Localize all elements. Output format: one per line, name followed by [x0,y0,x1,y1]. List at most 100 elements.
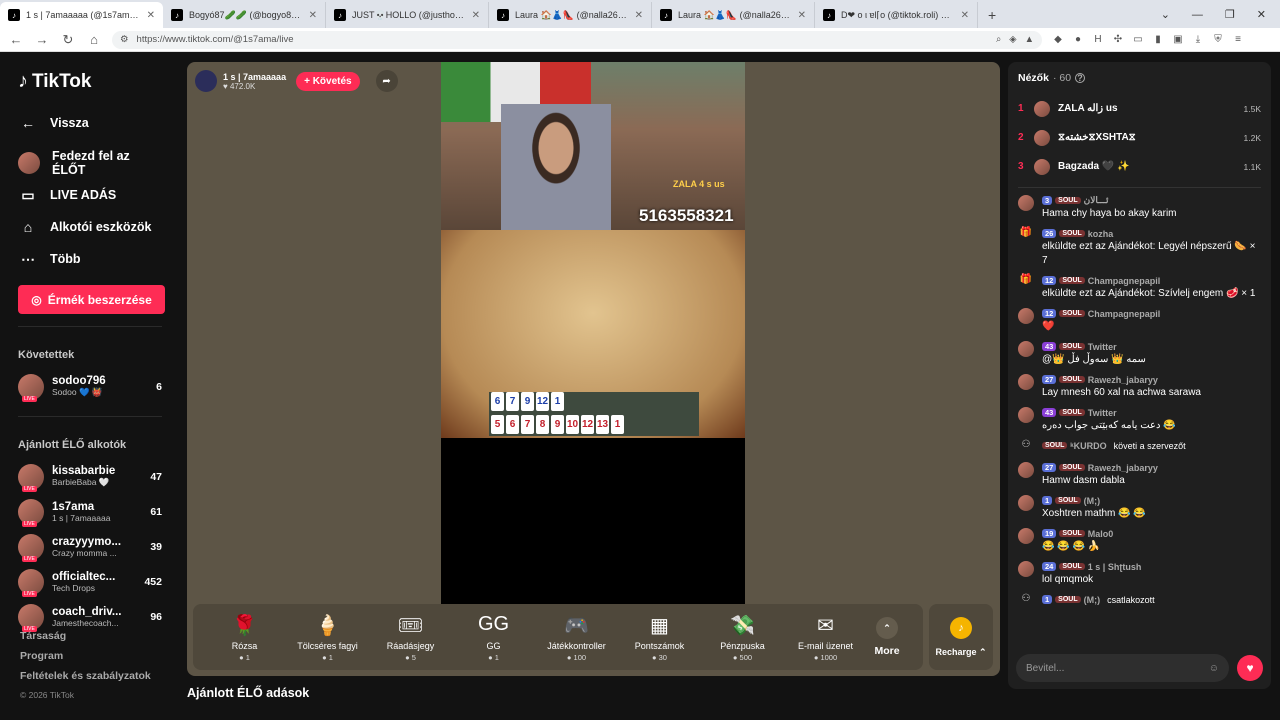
video-stream[interactable]: ZALA 4 s us 5163558321 6 7 9 12 1 5 6 7 8 9 10 12 13… [441,62,745,604]
account-row[interactable]: LIVE crazyyymo... Crazy momma ... 39 [18,529,162,564]
close-window-icon[interactable]: ✕ [1257,2,1266,28]
streamer-name[interactable]: 1 s | 7amaaaaa [223,72,286,82]
ext-hls-icon[interactable]: H [1092,34,1104,46]
username[interactable]: (M;) [1084,595,1101,605]
chat-message[interactable]: ⚇ SOUL ᵏKURDO követi a szervezőt [1018,439,1261,455]
nav-more[interactable]: ⋯ Több [18,243,162,275]
share-icon[interactable]: ➦ [375,70,398,92]
gift-item[interactable]: 🍦 Tölcséres fagyi ● 1 [286,613,369,662]
gift-item[interactable]: 💸 Pénzpuska ● 500 [701,613,784,662]
gift-item[interactable]: 🌹 Rózsa ● 1 [203,613,286,662]
browser-tab[interactable]: ♪ 1 s | 7amaaaaa (@1s7ama) ÉLŐ ✕ [0,2,163,28]
username[interactable]: Twitter [1088,408,1117,418]
footer-link-terms[interactable]: Feltételek és szabályzatok [20,670,151,690]
chat-message[interactable]: 1 SOUL (M;) Xoshtren mathm 😂 😂 [1018,494,1261,521]
footer-link-program[interactable]: Program [20,650,151,670]
username[interactable]: 1 s | Shʈtush [1088,562,1142,572]
chat-message[interactable]: 43 SOUL Twitter دعت یامە کەبێتی جواب دەرە 😂 [1018,406,1261,433]
chat-message[interactable]: 27 SOUL Rawezh_jabaryy Hamw dasm dabla [1018,461,1261,488]
close-icon[interactable]: ✕ [309,10,317,21]
footer-link-company[interactable]: Társaság [20,630,151,650]
nav-live-broadcast[interactable]: ▭ LIVE ADÁS [18,179,162,211]
username[interactable]: Rawezh_jabaryy [1088,463,1158,473]
back-icon[interactable]: ← [8,32,24,47]
username[interactable]: Champagnepapil [1088,309,1161,319]
close-icon[interactable]: ✕ [147,10,155,21]
like-heart-icon[interactable]: ♥ [1237,655,1263,681]
browser-tab[interactable]: ♪ Bogyó87🥒🥒 (@bogyo87__) ÉLŐ a ✕ [163,2,326,28]
close-icon[interactable]: ✕ [798,10,806,21]
home-icon[interactable]: ⌂ [86,32,102,47]
forward-icon[interactable]: → [34,32,50,47]
restore-icon[interactable]: ❐ [1225,2,1235,28]
account-row[interactable]: LIVE officialtec... Tech Drops 452 [18,564,162,599]
account-row[interactable]: LIVE coach_driv... Jamesthecoach... 96 [18,599,162,634]
back-link[interactable]: ← Vissza [18,107,162,139]
gift-item[interactable]: ✉ E-mail üzenet ● 1000 [784,613,867,662]
ext-vpn-icon[interactable]: ⛨ [1212,34,1224,46]
emoji-icon[interactable]: ☺ [1209,663,1219,674]
chat-input[interactable]: Bevitel... ☺ [1016,654,1229,682]
chat-message[interactable]: 12 SOUL Champagnepapil ❤️ [1018,307,1261,334]
gift-item[interactable]: ▦ Pontszámok ● 30 [618,613,701,662]
top-viewer-row[interactable]: 3 Bagzada 🖤 ✨ 1.1K [1018,152,1261,181]
chat-message[interactable]: 3 SOUL ئـــالان Hama chy haya bo akay karim [1018,194,1261,221]
ext-sidebar-icon[interactable]: ▮ [1152,34,1164,46]
chat-message[interactable]: ⚇ 1 SOUL (M;) csatlakozott [1018,593,1261,609]
menu-icon[interactable]: ≡ [1232,34,1244,46]
username[interactable]: ᵏKURDO [1070,441,1106,451]
nav-creator-tools[interactable]: ⌂ Alkotói eszközök [18,211,162,243]
new-tab-icon[interactable]: + [978,2,1006,28]
chat-message[interactable]: 43 SOUL Twitter @👑 سمه 👑 سەوڵ فڵ [1018,340,1261,367]
zoom-icon[interactable]: ⌕ [996,34,1001,45]
extension-shield-icon[interactable]: ◈ [1009,34,1016,45]
browser-tab[interactable]: ♪ Laura 🏠👗👠 (@nalla2635) ÉLŐ adás ✕ [652,2,815,28]
chat-message[interactable]: 24 SOUL 1 s | Shʈtush lol qmqmok [1018,560,1261,587]
chat-message[interactable]: 19 SOUL Malo0 😂 😂 😂 🍌 [1018,527,1261,554]
chat-message[interactable]: 27 SOUL Rawezh_jabaryy Lay mnesh 60 xal na … [1018,373,1261,400]
site-info-icon[interactable]: ⚙ [120,34,129,45]
username[interactable]: kozha [1088,229,1114,239]
minimize-icon[interactable]: — [1192,2,1203,28]
username[interactable]: Twitter [1088,342,1117,352]
account-row[interactable]: LIVE kissabarbie BarbieBaba 🤍 47 [18,459,162,494]
chevron-down-icon[interactable]: ⌄ [1161,2,1170,28]
gift-item[interactable]: 🎮 Játékkontroller ● 100 [535,613,618,662]
ext-color-icon[interactable]: ● [1072,34,1084,46]
account-row[interactable]: LIVE sodoo796 Sodoo 💙 👹 6 [18,369,162,404]
address-bar[interactable]: ⚙ https://www.tiktok.com/@1s7ama/live ⌕ … [112,30,1042,49]
ext-cast-icon[interactable]: ▭ [1132,34,1144,46]
top-viewer-row[interactable]: 2 ⧖خشتە⧖XSHTA⧖ 1.2K [1018,123,1261,152]
follow-button[interactable]: + Követés [296,71,360,91]
gift-item[interactable]: GG GG ● 1 [452,613,535,662]
browser-tab[interactable]: ♪ Laura 🏠👗👠 (@nalla2635) ÉLŐ adás ✕ [489,2,652,28]
ext-download-icon[interactable]: ⤓ [1192,34,1204,46]
username[interactable]: (M;) [1084,496,1101,506]
more-gifts-button[interactable]: ⌃ More [867,617,907,657]
browser-tab[interactable]: ♪ D❤ o ι ɐl⌈o (@tiktok.roli) ÉLŐ adás ✕ [815,2,978,28]
tiktok-logo[interactable]: ♪ TikTok [18,70,162,93]
username[interactable]: Rawezh_jabaryy [1088,375,1158,385]
username[interactable]: ئـــالان [1084,195,1109,206]
username[interactable]: Champagnepapil [1088,276,1161,286]
close-icon[interactable]: ✕ [635,10,643,21]
chat-message[interactable]: 🎁 26 SOUL kozha elküldte ezt az Ajándékot: L… [1018,227,1261,268]
close-icon[interactable]: ✕ [961,10,969,21]
nav-explore-live[interactable]: Fedezd fel az ÉLŐT [18,147,162,179]
ext-wallet-icon[interactable]: ▣ [1172,34,1184,46]
browser-tab[interactable]: ♪ JUST💀HOLLO (@justholloadam) ÉLŐ ✕ [326,2,489,28]
ext-shield-icon[interactable]: ◆ [1052,34,1064,46]
brave-alert-icon[interactable]: ▲ [1025,34,1034,45]
username[interactable]: Malo0 [1088,529,1114,539]
close-icon[interactable]: ✕ [472,10,480,21]
ext-puzzle-icon[interactable]: ✣ [1112,34,1124,46]
gift-item[interactable]: 🎟 Ráadásjegy ● 5 [369,613,452,662]
streamer-avatar[interactable] [195,70,217,92]
reload-icon[interactable]: ↻ [60,32,76,48]
account-row[interactable]: LIVE 1s7ama 1 s | 7amaaaaa 61 [18,494,162,529]
chat-message[interactable]: 🎁 12 SOUL Champagnepapil elküldte ezt az Ajá… [1018,274,1261,301]
recharge-button[interactable]: ♪ Recharge ⌃ [929,604,993,670]
get-coins-button[interactable]: ◎ Érmék beszerzése [18,285,165,314]
viewers-header[interactable]: Nézők · 60? [1018,72,1261,84]
top-viewer-row[interactable]: 1 ZALA زالە us 1.5K [1018,94,1261,123]
